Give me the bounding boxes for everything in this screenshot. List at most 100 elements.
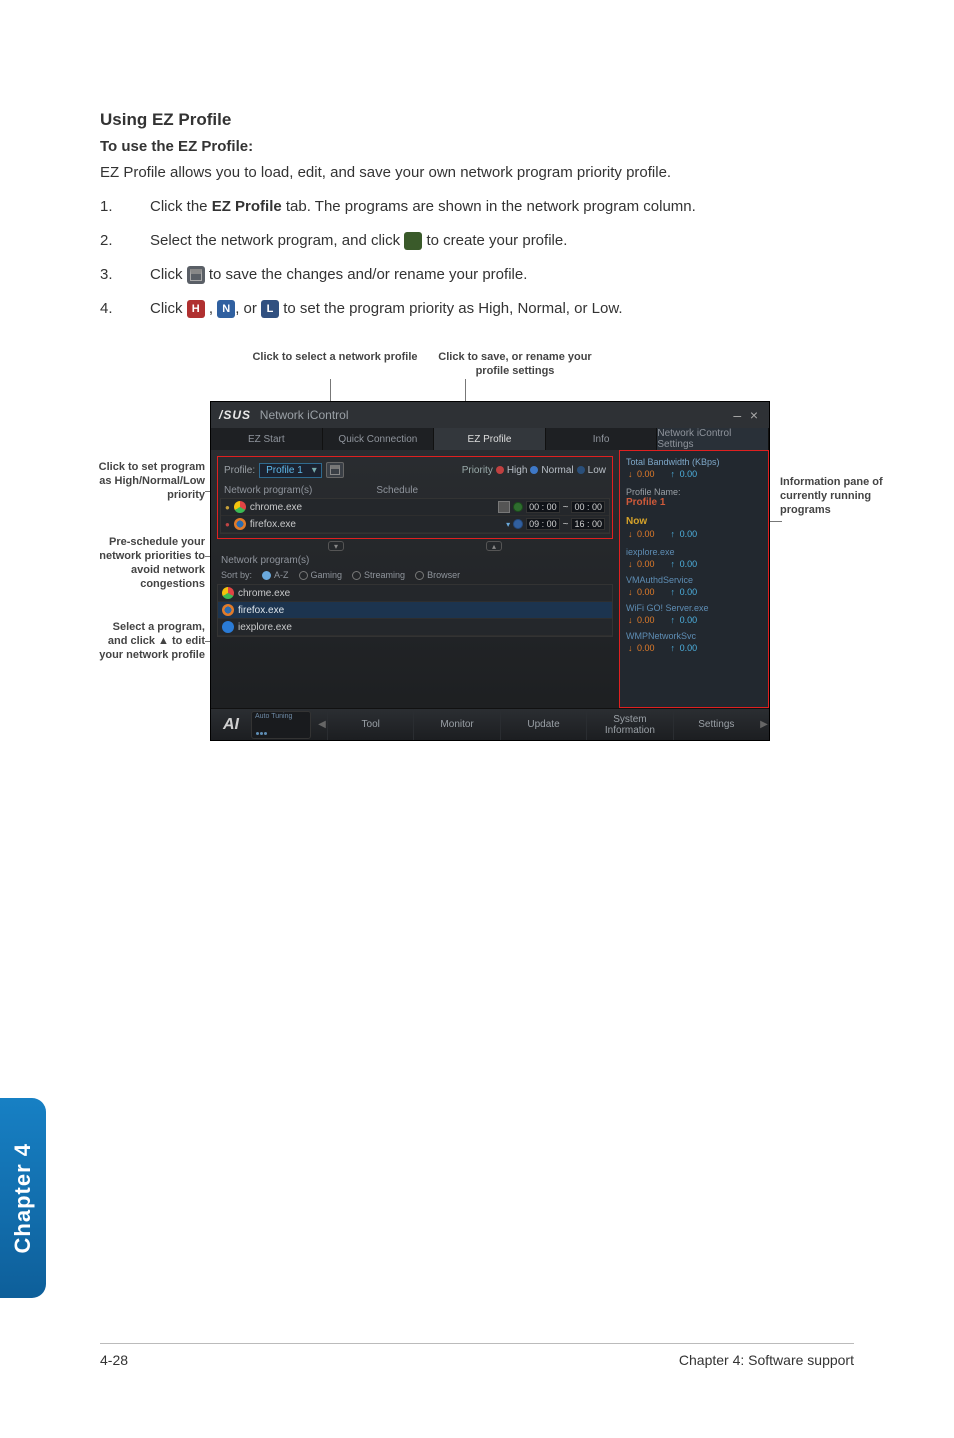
program-row-firefox[interactable]: ● firefox.exe ▾ 09 : 00 ~ 16 : 00 — [221, 516, 609, 533]
step-1: Click the EZ Profile tab. The programs a… — [100, 195, 854, 219]
main-row: Profile: Profile 1 Priority High Normal … — [211, 450, 769, 708]
priority-low-icon: L — [261, 300, 279, 318]
schedule-controls: ▾ 09 : 00 ~ 16 : 00 — [506, 518, 605, 530]
firefox-icon — [222, 604, 234, 616]
nav-prev[interactable]: ◀ — [317, 719, 327, 730]
bw-values: ↓ 0.00 ↑ 0.00 — [626, 469, 762, 479]
page-footer: 4-28 Chapter 4: Software support — [100, 1343, 854, 1368]
chapter-tab-label: Chapter 4 — [10, 1143, 36, 1253]
up-val: 0.00 — [678, 469, 698, 479]
sort-browser[interactable]: Browser — [415, 570, 460, 580]
footer-title: Chapter 4: Software support — [679, 1352, 854, 1368]
app-window: /SUS Network iControl – × EZ Start Quick… — [210, 401, 770, 741]
priority-low-dot[interactable] — [577, 466, 585, 474]
list-item-selected[interactable]: firefox.exe — [218, 602, 612, 619]
priority-low-label: Low — [588, 465, 606, 476]
ai-logo: AI — [211, 716, 251, 734]
sort-gaming[interactable]: Gaming — [299, 570, 343, 580]
nav-monitor[interactable]: Monitor — [413, 709, 499, 740]
firefox-icon — [234, 518, 246, 530]
tab-ez-start[interactable]: EZ Start — [211, 428, 323, 450]
profile-select[interactable]: Profile 1 — [259, 463, 322, 478]
list-item[interactable]: chrome.exe — [218, 585, 612, 602]
callout-select-program: Select a program, and click ▲ to edit yo… — [95, 621, 205, 662]
right-pane: Total Bandwidth (KBps) ↓ 0.00 ↑ 0.00 Pro… — [619, 450, 769, 708]
step1-bold: EZ Profile — [212, 198, 282, 215]
chrome-icon — [222, 587, 234, 599]
page-number: 4-28 — [100, 1352, 128, 1368]
bottom-program-list: chrome.exe firefox.exe iexplore.exe — [217, 584, 613, 637]
sortby-label: Sort by: — [221, 570, 252, 580]
step4-c: , or — [235, 300, 261, 317]
priority-high-label: High — [507, 465, 528, 476]
program-name: iexplore.exe — [238, 622, 292, 633]
sort-az[interactable]: A-Z — [262, 570, 289, 580]
down-val: 0.00 — [635, 529, 655, 539]
step1-c: tab. The programs are shown in the netwo… — [282, 198, 696, 215]
callout-preschedule: Pre-schedule your network priorities to … — [95, 536, 205, 591]
profile-name-value: Profile 1 — [626, 497, 762, 508]
priority-high-dot[interactable] — [496, 466, 504, 474]
minimize-button[interactable]: – — [730, 407, 744, 423]
priority-normal-dot[interactable] — [530, 466, 538, 474]
close-button[interactable]: × — [747, 407, 761, 423]
expand-icon[interactable]: ▴ — [486, 541, 502, 551]
profile-area-highlight: Profile: Profile 1 Priority High Normal … — [217, 456, 613, 539]
schedule-controls: 00 : 00 ~ 00 : 00 — [498, 501, 605, 513]
calendar-icon[interactable] — [498, 501, 510, 513]
nav-system-info[interactable]: System Information — [586, 709, 672, 740]
step-4: Click H , N, or L to set the program pri… — [100, 297, 854, 321]
nav-update[interactable]: Update — [500, 709, 586, 740]
chapter-tab: Chapter 4 — [0, 1098, 46, 1298]
priority-group: Priority High Normal Low — [462, 465, 606, 476]
bottom-bar: AI Auto Tuning ◀ Tool Monitor Update Sys… — [211, 708, 769, 740]
time-to[interactable]: 00 : 00 — [571, 501, 605, 513]
step4-b: , — [205, 300, 218, 317]
step2-a: Select the network program, and click — [150, 232, 404, 249]
ie-icon — [222, 621, 234, 633]
program-name: firefox.exe — [238, 605, 284, 616]
tilde: ~ — [563, 519, 569, 530]
auto-tuning-widget[interactable]: Auto Tuning — [251, 711, 311, 739]
sort-streaming[interactable]: Streaming — [352, 570, 405, 580]
save-profile-button[interactable] — [326, 462, 344, 478]
add-profile-icon — [404, 232, 422, 250]
nav-next[interactable]: ▶ — [759, 719, 769, 730]
profile-label: Profile: — [224, 465, 255, 476]
callout-set-priority: Click to set program as High/Normal/Low … — [95, 461, 205, 502]
sortby-row: Sort by: A-Z Gaming Streaming Browser — [217, 568, 613, 582]
list-item[interactable]: iexplore.exe — [218, 619, 612, 636]
left-pane: Profile: Profile 1 Priority High Normal … — [211, 450, 619, 708]
step1-a: Click the — [150, 198, 212, 215]
program-name: chrome.exe — [238, 588, 290, 599]
tab-network-settings[interactable]: Network iControl Settings — [657, 428, 769, 450]
tab-info[interactable]: Info — [546, 428, 658, 450]
window-controls: – × — [730, 407, 761, 423]
time-from[interactable]: 09 : 00 — [526, 518, 560, 530]
up-bw: ↑ 0.00 — [669, 469, 698, 479]
chrome-icon — [234, 501, 246, 513]
nav-tool[interactable]: Tool — [327, 709, 413, 740]
collapse-icon[interactable]: ▾ — [328, 541, 344, 551]
step3-b: to save the changes and/or rename your p… — [205, 266, 528, 283]
side-item: iexplore.exe↓ 0.00↑ 0.00 — [626, 547, 762, 569]
schedule-toggle[interactable] — [513, 502, 523, 512]
time-from[interactable]: 00 : 00 — [526, 501, 560, 513]
tab-quick-connection[interactable]: Quick Connection — [323, 428, 435, 450]
app-title: Network iControl — [260, 408, 349, 422]
intro-text: EZ Profile allows you to load, edit, and… — [100, 163, 854, 183]
program-name: chrome.exe — [250, 502, 302, 513]
callout-save-rename: Click to save, or rename your profile se… — [430, 351, 600, 379]
tab-ez-profile[interactable]: EZ Profile — [434, 428, 546, 450]
step-3: Click to save the changes and/or rename … — [100, 263, 854, 287]
program-name: firefox.exe — [250, 519, 296, 530]
schedule-toggle[interactable] — [513, 519, 523, 529]
nav-settings[interactable]: Settings — [673, 709, 759, 740]
program-row-chrome[interactable]: ● chrome.exe 00 : 00 ~ 00 : 00 — [221, 499, 609, 516]
time-to[interactable]: 16 : 00 — [571, 518, 605, 530]
np-section-title: Network program(s) — [224, 485, 312, 496]
step4-a: Click — [150, 300, 187, 317]
screenshot-figure: Click to select a network profile Click … — [100, 351, 860, 771]
priority-title: Priority — [462, 465, 493, 476]
priority-normal-icon: N — [217, 300, 235, 318]
